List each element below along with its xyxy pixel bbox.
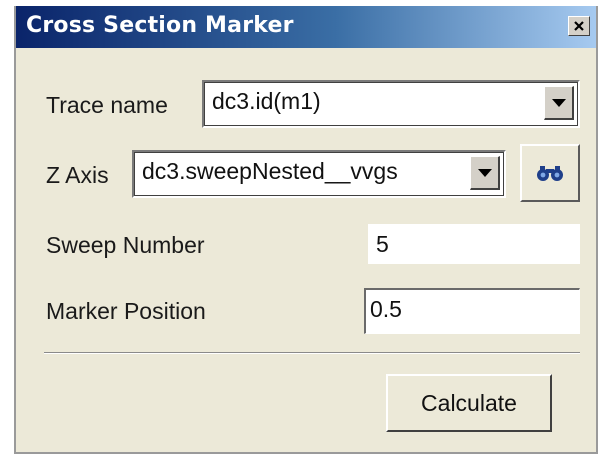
z-axis-dropdown[interactable]: dc3.sweepNested__vvgs [132,150,506,198]
title-bar[interactable]: Cross Section Marker [16,6,596,48]
binoculars-icon [537,166,563,181]
trace-name-label: Trace name [46,92,168,118]
chevron-down-icon [477,168,492,177]
trace-name-dropdown-button[interactable] [544,86,574,120]
cross-section-marker-dialog: Cross Section Marker Trace name dc3.id(m… [14,6,598,454]
sweep-number-label: Sweep Number [46,232,205,258]
marker-position-label: Marker Position [46,298,206,324]
z-axis-label: Z Axis [46,162,109,188]
separator [44,352,580,354]
marker-position-field[interactable]: 0.5 [364,288,580,334]
chevron-down-icon [551,98,566,107]
marker-position-value: 0.5 [370,296,402,322]
z-axis-dropdown-button[interactable] [470,156,500,190]
trace-name-value: dc3.id(m1) [212,88,321,114]
z-axis-browse-button[interactable] [520,144,580,202]
calculate-button[interactable]: Calculate [386,374,552,432]
close-icon [574,21,584,31]
sweep-number-field[interactable]: 5 [368,224,580,264]
trace-name-dropdown[interactable]: dc3.id(m1) [202,80,580,128]
z-axis-value: dc3.sweepNested__vvgs [142,158,398,184]
close-button[interactable] [568,16,590,36]
sweep-number-value: 5 [376,231,389,257]
dialog-title: Cross Section Marker [26,13,294,38]
